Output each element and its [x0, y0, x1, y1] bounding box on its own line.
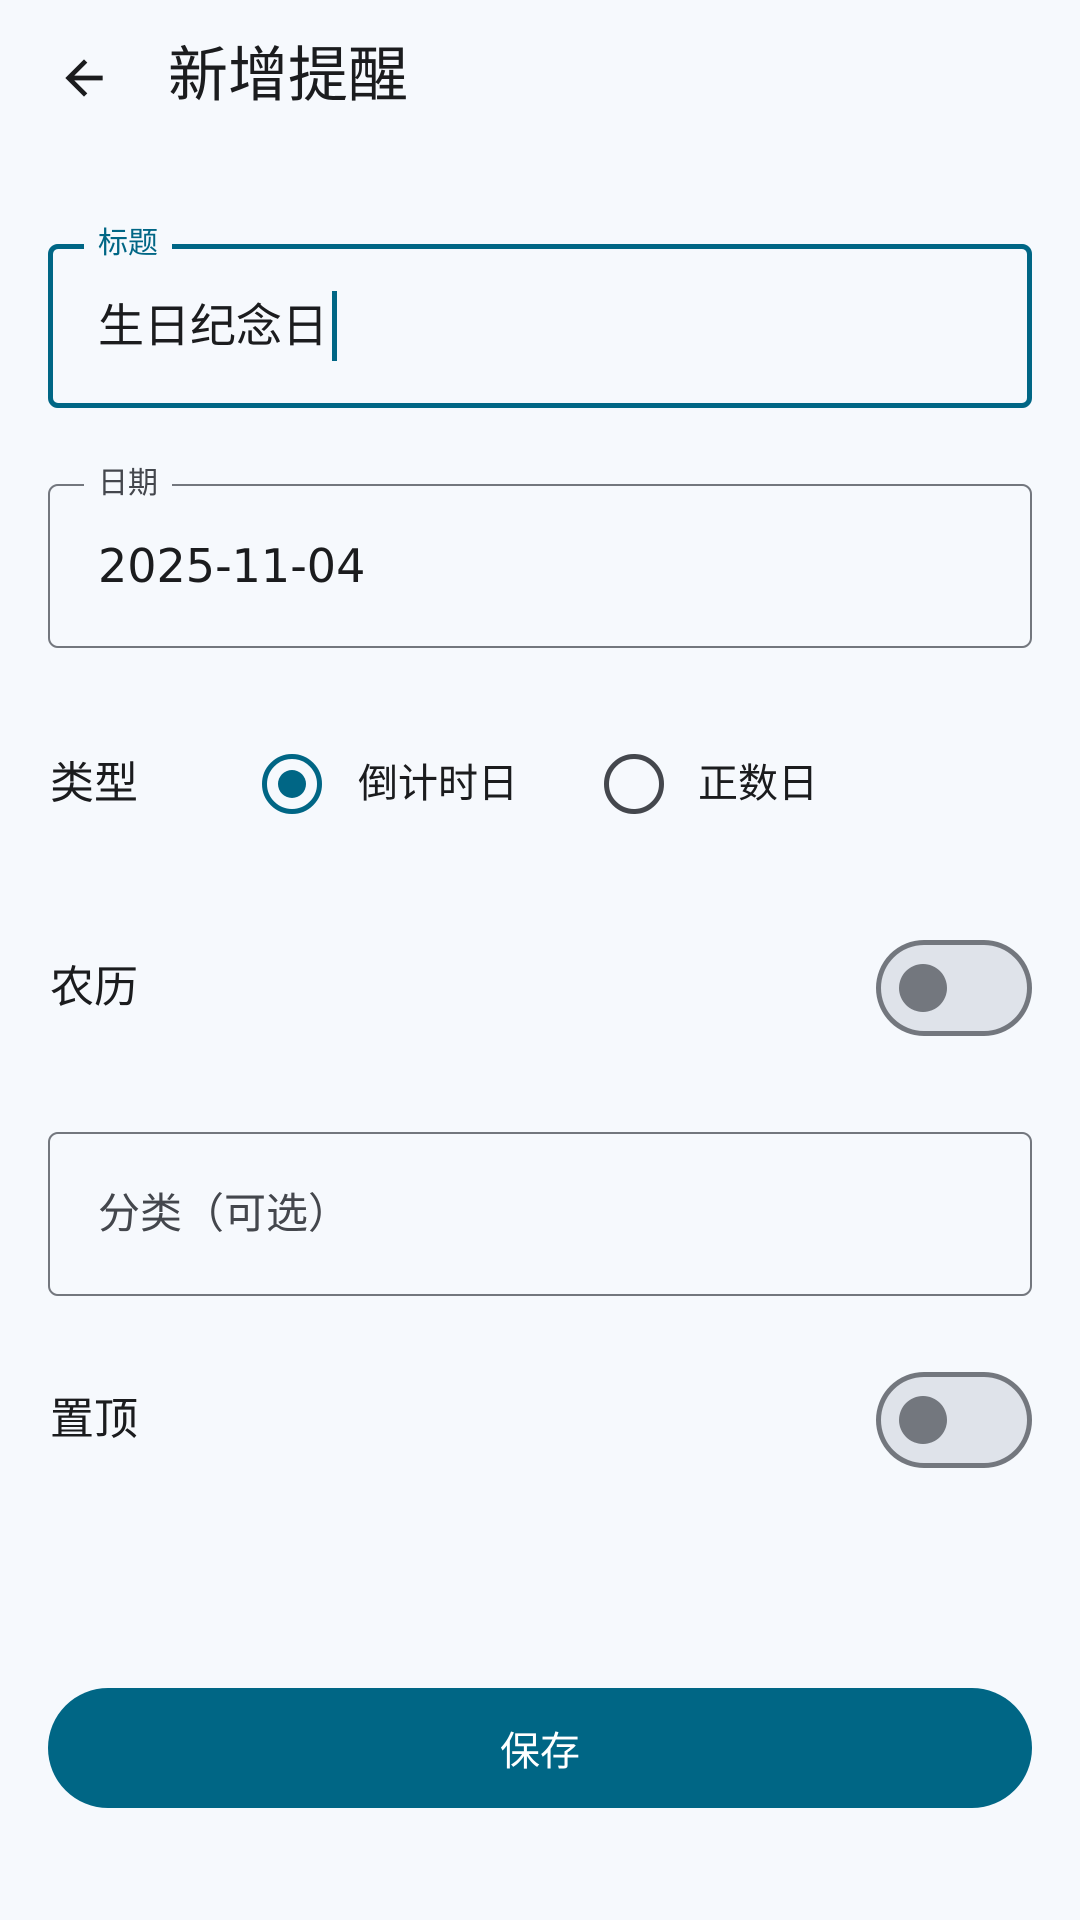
type-label: 类型	[50, 758, 138, 809]
radio-countdown-label[interactable]: 倒计时日	[358, 758, 518, 810]
app-bar: 新增提醒	[0, 0, 1080, 150]
radio-countdown[interactable]	[262, 754, 322, 814]
save-button-label: 保存	[500, 1729, 580, 1775]
pinned-switch-thumb	[899, 1396, 947, 1444]
lunar-label: 农历	[50, 962, 138, 1013]
pinned-label: 置顶	[50, 1394, 138, 1445]
text-cursor	[332, 291, 337, 361]
lunar-switch-thumb	[899, 964, 947, 1012]
date-field-value: 2025-11-04	[98, 539, 366, 593]
save-button[interactable]: 保存	[48, 1688, 1032, 1808]
page-title: 新增提醒	[168, 41, 408, 111]
title-field-value-wrap[interactable]: 生日纪念日	[98, 291, 337, 361]
title-field[interactable]: 标题 生日纪念日	[48, 224, 1032, 408]
date-field[interactable]: 日期 2025-11-04	[48, 464, 1032, 648]
back-button[interactable]	[48, 42, 120, 114]
arrow-back-icon	[65, 59, 103, 97]
pinned-switch[interactable]	[876, 1372, 1032, 1468]
lunar-switch[interactable]	[876, 940, 1032, 1036]
title-field-value: 生日纪念日	[98, 299, 328, 353]
title-field-label: 标题	[84, 224, 172, 264]
category-field[interactable]: 分类（可选）	[48, 1132, 1032, 1296]
radio-count-up-label[interactable]: 正数日	[698, 758, 818, 810]
date-field-label: 日期	[84, 464, 172, 504]
category-field-placeholder: 分类（可选）	[98, 1189, 351, 1238]
radio-count-up[interactable]	[604, 754, 664, 814]
